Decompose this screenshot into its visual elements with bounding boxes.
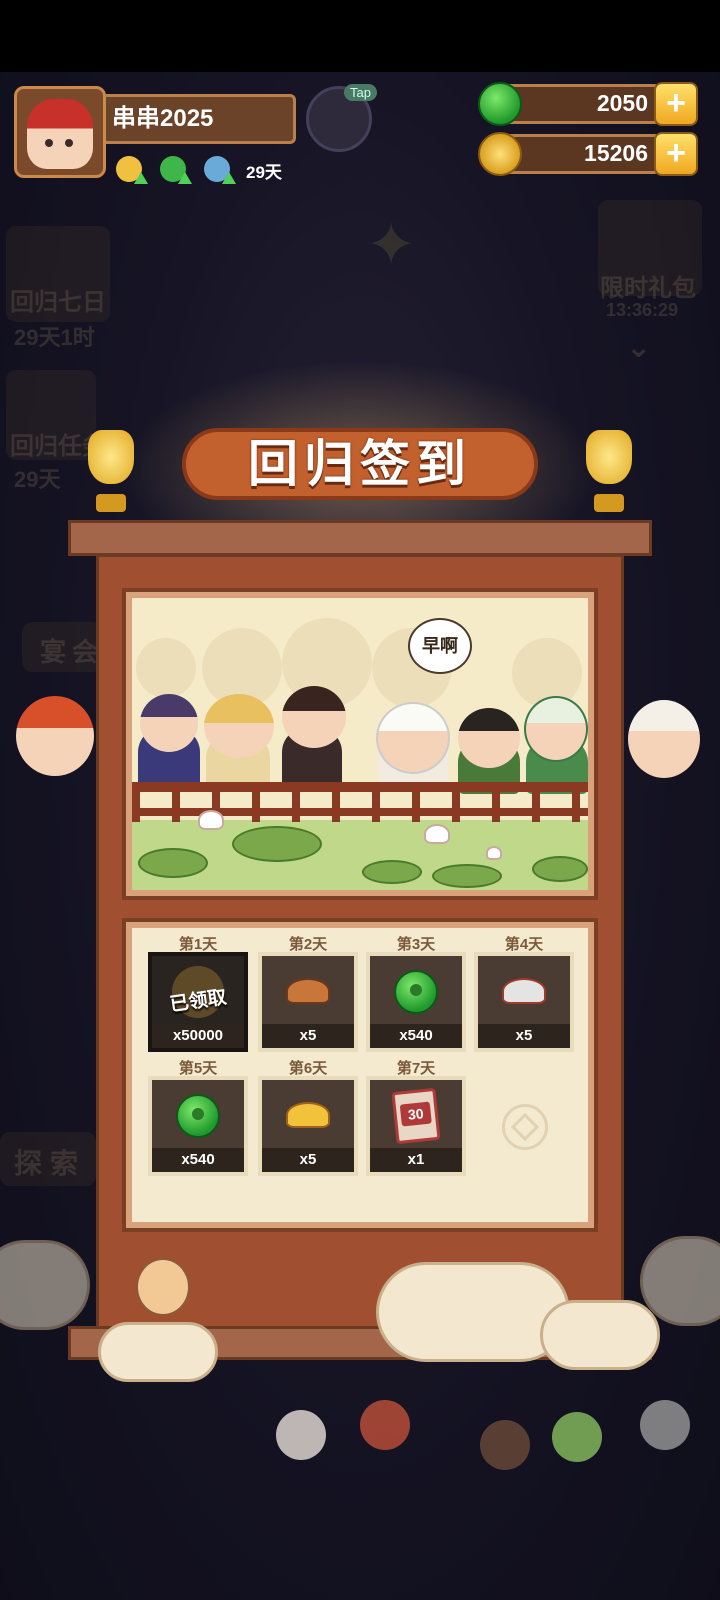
side-character-left (16, 696, 94, 776)
background-character (552, 1412, 602, 1462)
ticket-number: 30 (399, 1101, 432, 1127)
day-label-3: 第3天 (396, 936, 436, 953)
silver-ingot-icon (502, 978, 546, 1004)
tap-label: Tap (344, 84, 377, 101)
player-name: 串串2025 (112, 105, 214, 132)
cloud-right-large (376, 1262, 570, 1362)
reward-slot-day2[interactable]: x5 (258, 952, 358, 1052)
jade-icon (394, 970, 438, 1014)
day-label-7: 第7天 (396, 1060, 436, 1077)
side-character-right (628, 700, 700, 778)
diamond-coin-icon (502, 1104, 548, 1150)
reward-slot-day4[interactable]: x5 (474, 952, 574, 1052)
background-character (480, 1420, 530, 1470)
return-days: 29天 (246, 163, 282, 182)
cloud-edge-right (640, 1236, 720, 1326)
jade-amount: 2050 (596, 90, 648, 116)
reward-slot-day7[interactable]: 30 x1 (366, 1076, 466, 1176)
trophy-left-icon (76, 424, 146, 518)
add-jade-button[interactable]: + (654, 82, 698, 126)
day-label-4: 第4天 (504, 936, 544, 953)
cloud-edge-left (0, 1240, 90, 1330)
reward-slot-day6[interactable]: x5 (258, 1076, 358, 1176)
reward-slot-day1[interactable]: 已领取 x50000 (148, 952, 248, 1052)
reward-slot-day3[interactable]: x540 (366, 952, 466, 1052)
day-label-5: 第5天 (178, 1060, 218, 1077)
trophy-right-icon (574, 424, 644, 518)
avatar[interactable] (14, 86, 106, 178)
cloud-right-small (540, 1300, 660, 1370)
reward-count: x5 (262, 1148, 354, 1172)
background-character (640, 1400, 690, 1450)
reward-count: x540 (152, 1148, 244, 1172)
ticket-icon: 30 (391, 1087, 441, 1145)
character-scene: 早啊 (132, 598, 588, 890)
jade-buff-icon[interactable] (160, 154, 192, 184)
jade-icon (176, 1094, 220, 1138)
status-bar (0, 0, 720, 72)
cloud-left (98, 1322, 218, 1382)
reward-count: x5 (478, 1024, 570, 1048)
reward-count: x540 (370, 1024, 462, 1048)
reward-count: x1 (370, 1148, 462, 1172)
reward-slot-day5[interactable]: x540 (148, 1076, 248, 1176)
popup-title: 回归签到 (248, 436, 472, 492)
speech-bubble: 早啊 (408, 618, 472, 674)
rice-bowl-buff-icon[interactable] (204, 154, 236, 184)
reward-count: x5 (262, 1024, 354, 1048)
avatar-portrait (27, 99, 93, 169)
board-top-beam (68, 520, 652, 556)
day-label-1: 第1天 (178, 936, 218, 953)
background-character (360, 1400, 410, 1450)
coin-amount: 15206 (584, 140, 648, 166)
coin-buff-icon[interactable] (116, 154, 148, 184)
mascot-character (136, 1258, 190, 1316)
reward-count: x50000 (152, 1024, 244, 1048)
gold-ingot-icon (286, 1102, 330, 1128)
day-label-6: 第6天 (288, 1060, 328, 1077)
day-label-2: 第2天 (288, 936, 328, 953)
add-coin-button[interactable]: + (654, 132, 698, 176)
background-character (276, 1410, 326, 1460)
bronze-ingot-icon (286, 978, 330, 1004)
